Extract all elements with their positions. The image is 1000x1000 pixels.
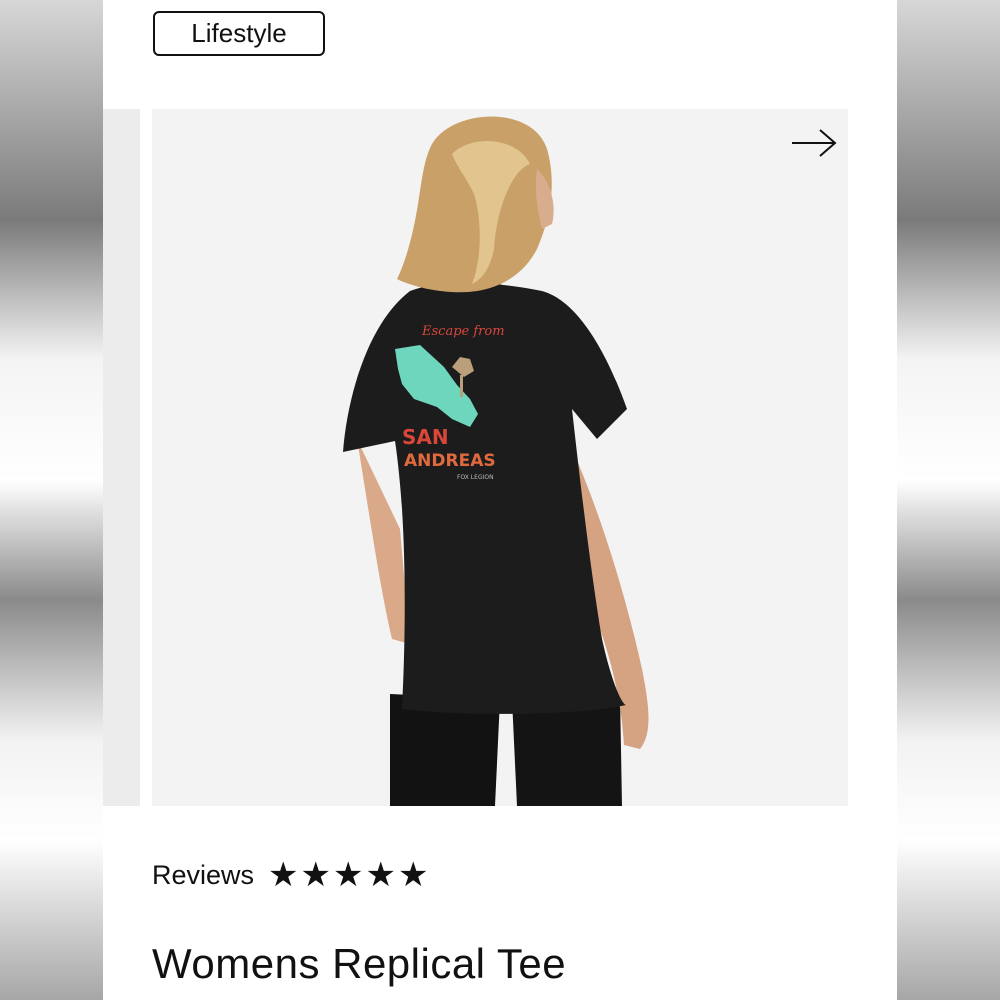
product-page: Lifestyle Escape from SAN ANDREAS FOX LE… xyxy=(103,0,897,1000)
graphic-text-small: FOX LEGION xyxy=(457,474,494,481)
reviews-summary[interactable]: Reviews ★ ★ ★ ★ ★ xyxy=(152,858,428,892)
next-image-arrow-icon[interactable] xyxy=(790,127,838,159)
category-badge[interactable]: Lifestyle xyxy=(153,11,325,56)
previous-image-peek[interactable] xyxy=(103,109,140,806)
star-icon: ★ xyxy=(333,856,364,894)
star-icon: ★ xyxy=(397,856,429,894)
graphic-text-main-2: ANDREAS xyxy=(404,451,496,471)
category-badge-label: Lifestyle xyxy=(191,18,287,48)
backdrop-left xyxy=(0,0,103,1000)
product-image-gallery[interactable]: Escape from SAN ANDREAS FOX LEGION xyxy=(152,109,848,806)
star-icon: ★ xyxy=(300,856,331,894)
star-icon: ★ xyxy=(365,856,396,894)
star-rating: ★ ★ ★ ★ ★ xyxy=(268,858,428,892)
graphic-text-main-1: SAN xyxy=(402,425,449,449)
graphic-text-top: Escape from xyxy=(421,324,505,339)
product-photo: Escape from SAN ANDREAS FOX LEGION xyxy=(343,116,649,806)
product-title: Womens Replical Tee xyxy=(152,940,567,987)
reviews-label: Reviews xyxy=(152,859,255,890)
graphic-tree-trunk xyxy=(460,375,463,397)
star-icon: ★ xyxy=(268,856,299,894)
backdrop-right xyxy=(897,0,1000,1000)
